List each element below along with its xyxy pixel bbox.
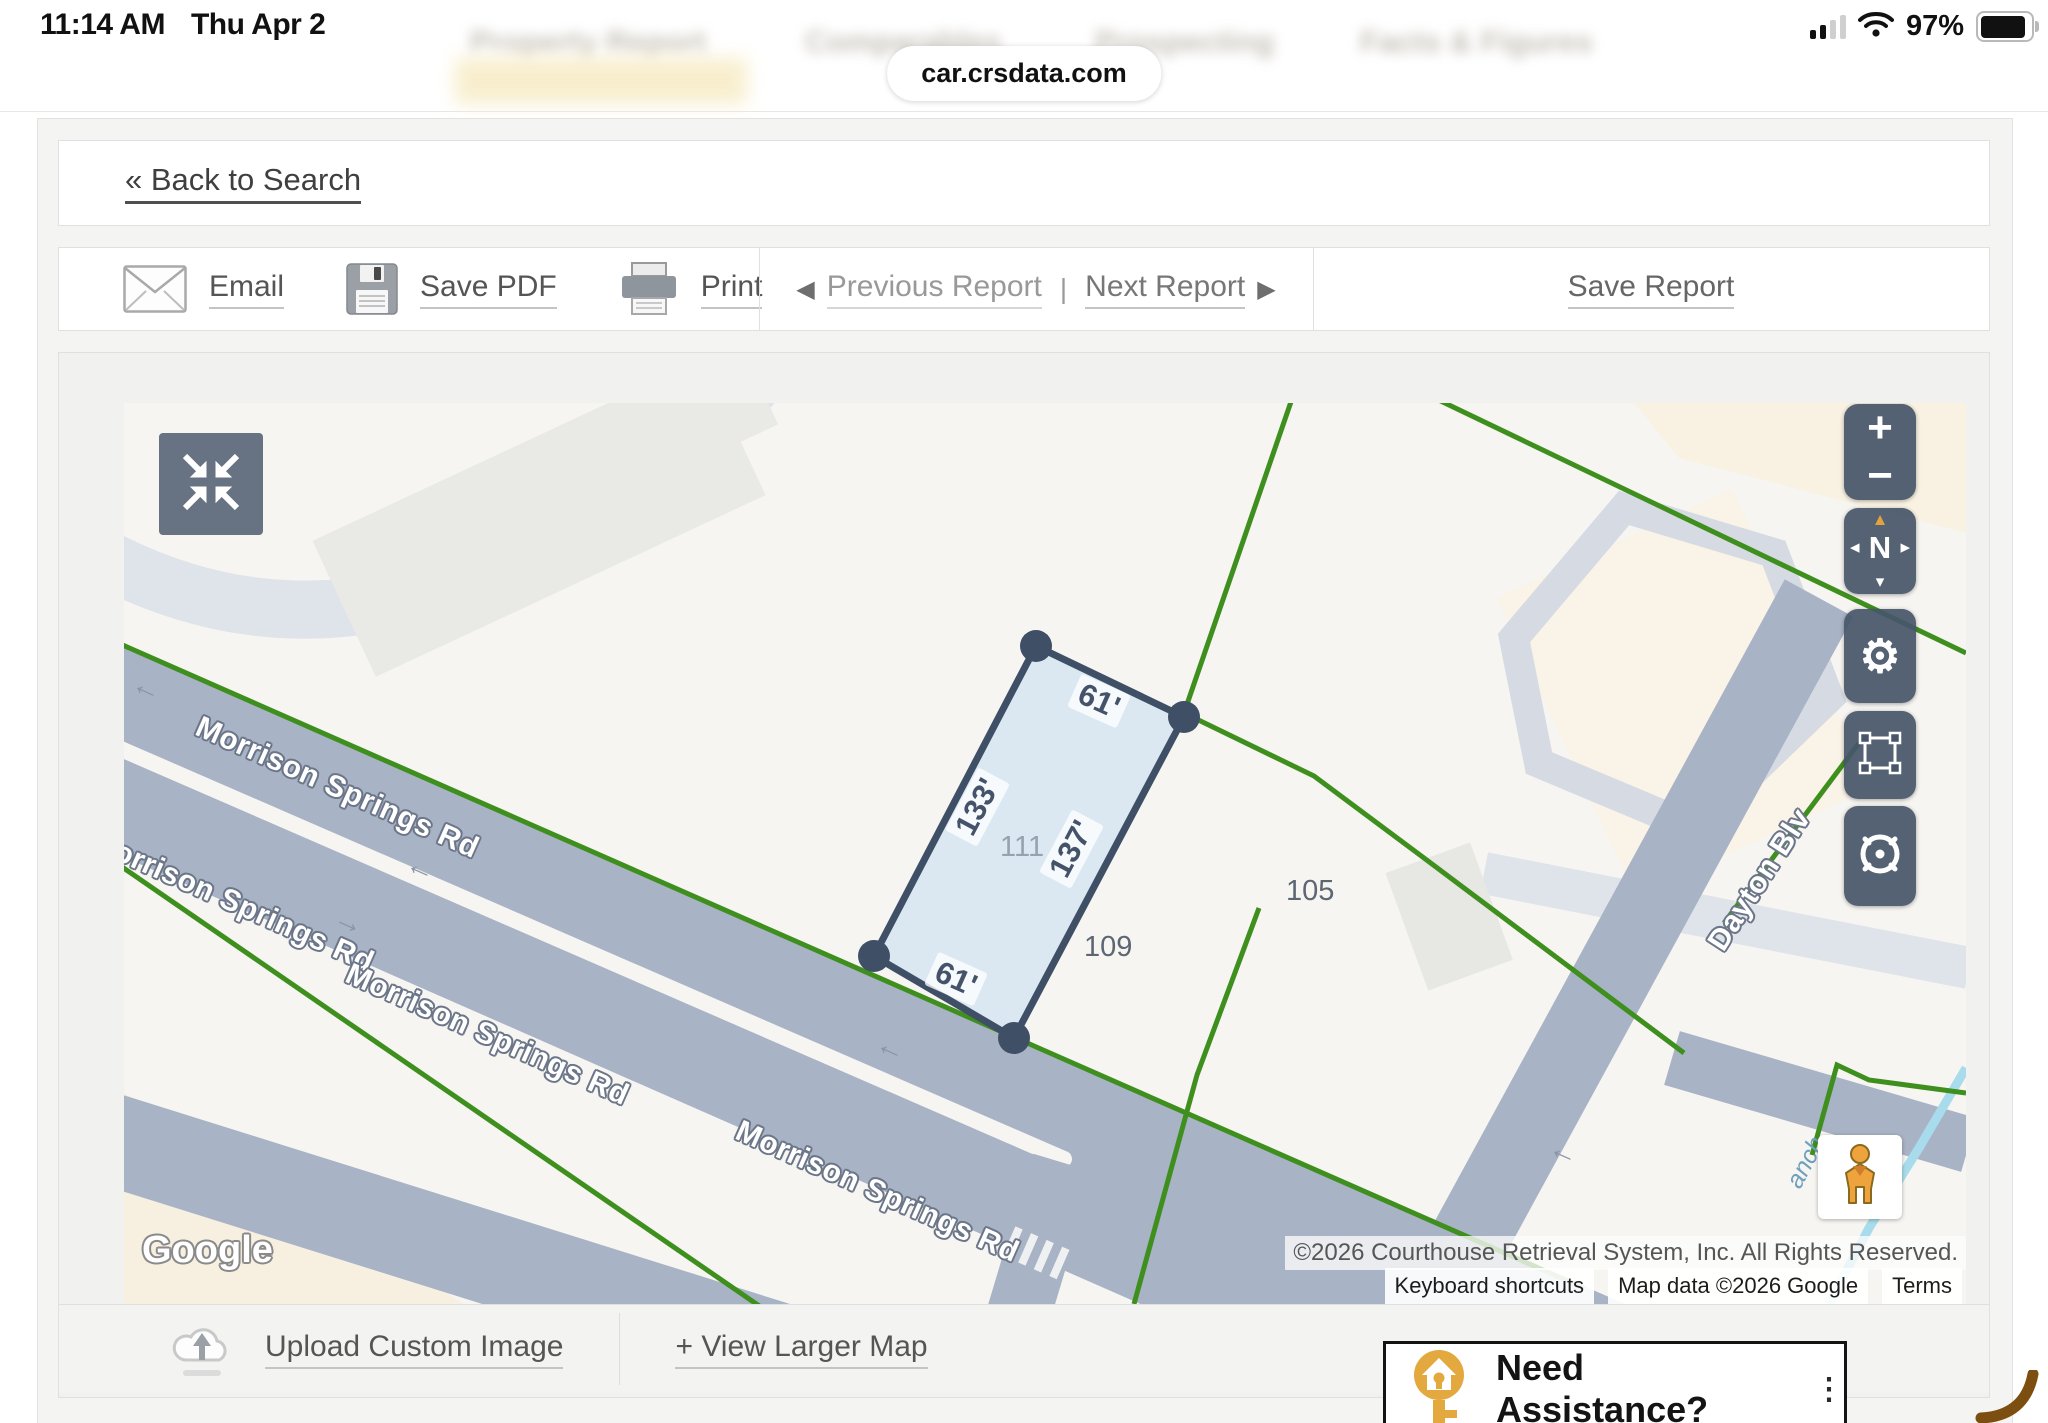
map-card: Morrison Springs Rd Morrison Springs Rd …	[58, 352, 1990, 1398]
upload-cloud-icon	[169, 1320, 237, 1378]
recenter-button[interactable]	[1844, 806, 1916, 906]
pager-divider: |	[1060, 273, 1067, 305]
select-area-button[interactable]	[1844, 711, 1916, 799]
map-attribution-row: Keyboard shortcuts Map data ©2026 Google…	[1385, 1268, 1962, 1304]
pegman-control[interactable]	[1818, 1135, 1902, 1219]
ghost-tab-facts-figures: Facts & Figures	[1360, 24, 1593, 60]
next-arrow-icon: ▶	[1257, 275, 1275, 304]
parcel-number-109: 109	[1084, 931, 1132, 964]
view-larger-map-link[interactable]: + View Larger Map	[675, 1330, 927, 1369]
keyboard-shortcuts-link[interactable]: Keyboard shortcuts	[1385, 1268, 1595, 1304]
screen: 11:14 AMThu Apr 2 Property Report Compar…	[0, 0, 2048, 1423]
ghost-tab-property-report: Property Report	[470, 24, 706, 60]
map-data-label: Map data ©2026 Google	[1608, 1268, 1868, 1304]
map-base-layer	[124, 403, 1966, 1304]
parcel-number-105: 105	[1286, 875, 1334, 908]
next-report-button[interactable]: Next Report	[1085, 270, 1245, 309]
need-assistance-label: Need Assistance?	[1496, 1347, 1800, 1423]
need-assistance-widget[interactable]: Need Assistance? ⋮	[1383, 1341, 1847, 1423]
collapse-icon	[179, 451, 243, 518]
compass-right-icon[interactable]: ▸	[1900, 536, 1910, 559]
previous-arrow-icon: ◀	[796, 275, 814, 304]
map-footer-divider	[619, 1313, 620, 1385]
url-text: car.crsdata.com	[921, 58, 1127, 88]
email-button[interactable]: Email	[209, 270, 284, 309]
save-report-button[interactable]: Save Report	[1568, 270, 1735, 309]
print-button[interactable]: Print	[701, 270, 763, 309]
wifi-icon	[1858, 10, 1894, 43]
report-toolbar: Email Save PDF Print	[58, 247, 1990, 331]
compass-up-icon[interactable]: ▲	[1844, 510, 1916, 530]
crosshair-icon	[1852, 826, 1908, 887]
zoom-control: + −	[1844, 404, 1916, 500]
terms-link[interactable]: Terms	[1882, 1268, 1962, 1304]
upload-custom-image-button[interactable]: Upload Custom Image	[265, 1330, 563, 1369]
address-bar[interactable]: car.crsdata.com	[887, 46, 1161, 101]
report-pager: ◀ Previous Report | Next Report ▶	[759, 248, 1313, 330]
status-bar: 11:14 AMThu Apr 2 Property Report Compar…	[0, 0, 2048, 112]
zoom-in-button[interactable]: +	[1844, 404, 1916, 452]
toolbar-actions: Email Save PDF Print	[123, 248, 762, 330]
save-pdf-button[interactable]: Save PDF	[420, 270, 557, 309]
email-icon	[123, 265, 187, 313]
pegman-icon	[1836, 1143, 1884, 1212]
back-to-search-link[interactable]: « Back to Search	[125, 162, 361, 204]
date-text: Thu Apr 2	[191, 8, 325, 41]
clock: 11:14 AM Thu Apr 2	[40, 8, 325, 42]
gear-icon: ⚙	[1859, 629, 1900, 683]
compass-control[interactable]: ▲ ◂ N ▸ ▾	[1844, 508, 1916, 594]
back-card: « Back to Search	[58, 140, 1990, 226]
battery-percent: 97%	[1906, 10, 1964, 43]
assistance-menu-icon: ⋮	[1814, 1372, 1844, 1407]
map-copyright: ©2026 Courthouse Retrieval System, Inc. …	[1285, 1236, 1966, 1270]
map-settings-button[interactable]: ⚙	[1844, 609, 1916, 703]
map-viewport[interactable]: Morrison Springs Rd Morrison Springs Rd …	[124, 403, 1966, 1304]
google-logo: Google	[142, 1229, 273, 1272]
time-text: 11:14 AM	[40, 8, 165, 41]
previous-report-button[interactable]: Previous Report	[827, 270, 1042, 309]
crs-key-icon	[1408, 1348, 1470, 1423]
zoom-out-button[interactable]: −	[1844, 452, 1916, 500]
status-icons: 97%	[1810, 10, 2034, 43]
parcel-number-111: 111	[1000, 831, 1044, 864]
save-report-section: Save Report	[1313, 248, 1989, 330]
ghost-tab-highlight	[455, 58, 747, 104]
print-icon	[619, 262, 679, 316]
save-pdf-icon	[346, 263, 398, 315]
battery-icon	[1976, 11, 2034, 42]
marquee-icon	[1855, 728, 1905, 783]
corner-swoosh-graphic	[1973, 1370, 2048, 1423]
cellular-signal-icon	[1810, 15, 1846, 39]
collapse-map-button[interactable]	[159, 433, 263, 535]
compass-down-icon[interactable]: ▾	[1844, 572, 1916, 592]
